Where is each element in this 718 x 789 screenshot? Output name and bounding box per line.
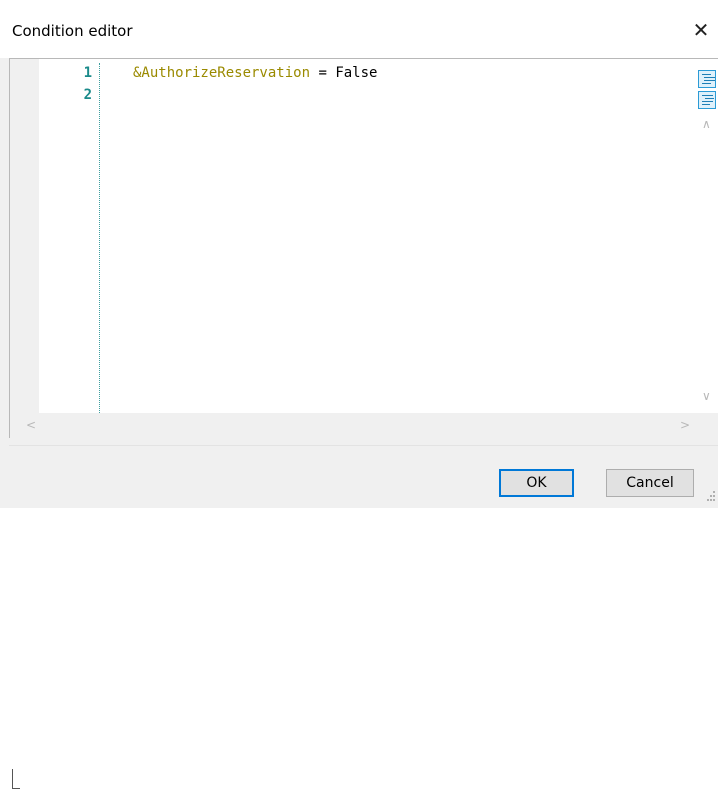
- scroll-up-arrow-icon[interactable]: ∧: [702, 117, 711, 131]
- cancel-button[interactable]: Cancel: [606, 469, 694, 497]
- code-line-1[interactable]: &AuthorizeReservation = False: [133, 65, 377, 81]
- horizontal-scrollbar[interactable]: < >: [10, 413, 697, 789]
- code-editor[interactable]: 1 2 &AuthorizeReservation = False ∧ ∨ <: [9, 58, 718, 789]
- vertical-scrollbar[interactable]: ∧ ∨: [697, 59, 718, 413]
- comment-lines-icon[interactable]: [698, 70, 716, 88]
- scroll-left-arrow-icon[interactable]: <: [26, 418, 36, 432]
- scrollbar-corner: [697, 413, 718, 438]
- gutter-divider: [99, 63, 100, 413]
- close-icon: ✕: [692, 20, 710, 42]
- code-variable: &AuthorizeReservation: [133, 65, 311, 81]
- code-value: False: [335, 65, 378, 81]
- editor-margin: [10, 59, 39, 413]
- uncomment-lines-icon[interactable]: [698, 91, 716, 109]
- scroll-down-arrow-icon[interactable]: ∨: [702, 389, 711, 403]
- condition-editor-dialog: Condition editor ✕ 1 2 &AuthorizeReserva…: [0, 0, 718, 789]
- divider: [9, 445, 718, 446]
- title-bar: Condition editor ✕: [0, 0, 718, 58]
- resize-grip-icon[interactable]: [706, 490, 716, 504]
- line-number-1: 1: [83, 65, 92, 81]
- splitter-handle-icon[interactable]: [12, 769, 20, 789]
- line-number-2: 2: [83, 87, 92, 103]
- code-operator: =: [310, 65, 336, 81]
- scroll-right-arrow-icon[interactable]: >: [680, 418, 690, 432]
- dialog-title: Condition editor: [12, 22, 133, 40]
- ok-button[interactable]: OK: [499, 469, 574, 497]
- close-button[interactable]: ✕: [684, 12, 718, 50]
